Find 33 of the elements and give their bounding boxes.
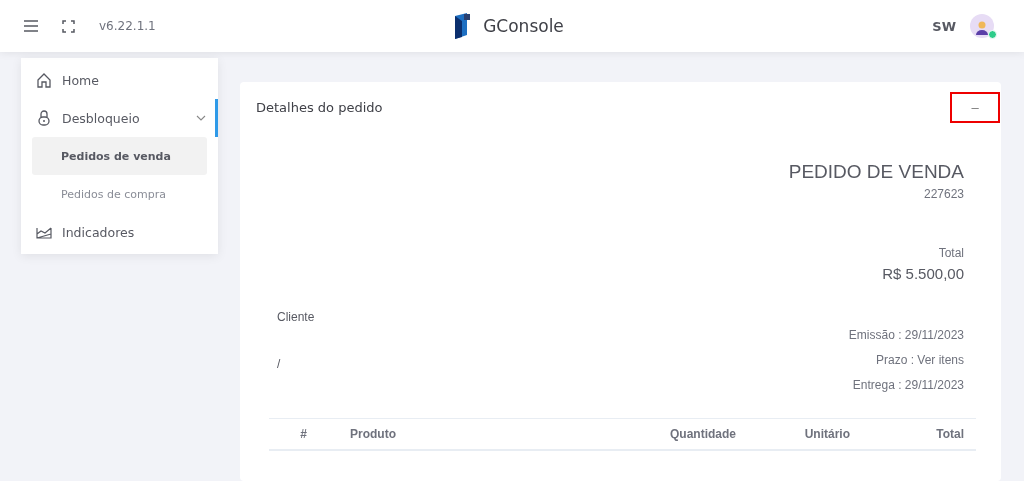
collapse-button[interactable]: – [950,92,1000,123]
fullscreen-button[interactable] [62,19,75,33]
document-title: PEDIDO DE VENDA [788,161,964,183]
menu-button[interactable] [24,20,38,32]
fullscreen-icon [62,19,75,33]
user-avatar[interactable] [970,14,994,38]
logo-icon [454,13,472,39]
client-value: / [277,357,282,371]
user-initials: SW [932,18,956,34]
chevron-down-icon [196,114,206,122]
total-label: Total [938,246,964,260]
sidebar-item[interactable]: Desbloqueio [21,99,218,137]
column-header: Quantidade [517,418,748,450]
total-value: R$ 5.500,00 [882,265,964,282]
date-line: Entrega : 29/11/2023 [852,378,964,392]
lock-icon [36,110,52,126]
home-icon [36,72,52,88]
column-header: Produto [338,418,518,450]
menu-icon [24,20,38,32]
order-number: 227623 [923,187,964,201]
version-label: v6.22.1.1 [99,19,156,33]
column-header: Unitário [748,418,862,450]
date-line: Prazo : Ver itens [875,353,964,367]
card-title: Detalhes do pedido [256,100,383,115]
client-label: Cliente [277,310,315,324]
date-line: Emissão : 29/11/2023 [848,328,964,342]
column-header: # [269,418,338,450]
submenu-item[interactable]: Pedidos de venda [32,137,207,175]
app-name: GConsole [483,16,564,36]
column-header: Total [862,418,976,450]
sidebar-item[interactable]: Home [21,61,218,99]
person-icon [974,19,990,35]
sidebar-item[interactable]: Indicadores [21,213,218,251]
